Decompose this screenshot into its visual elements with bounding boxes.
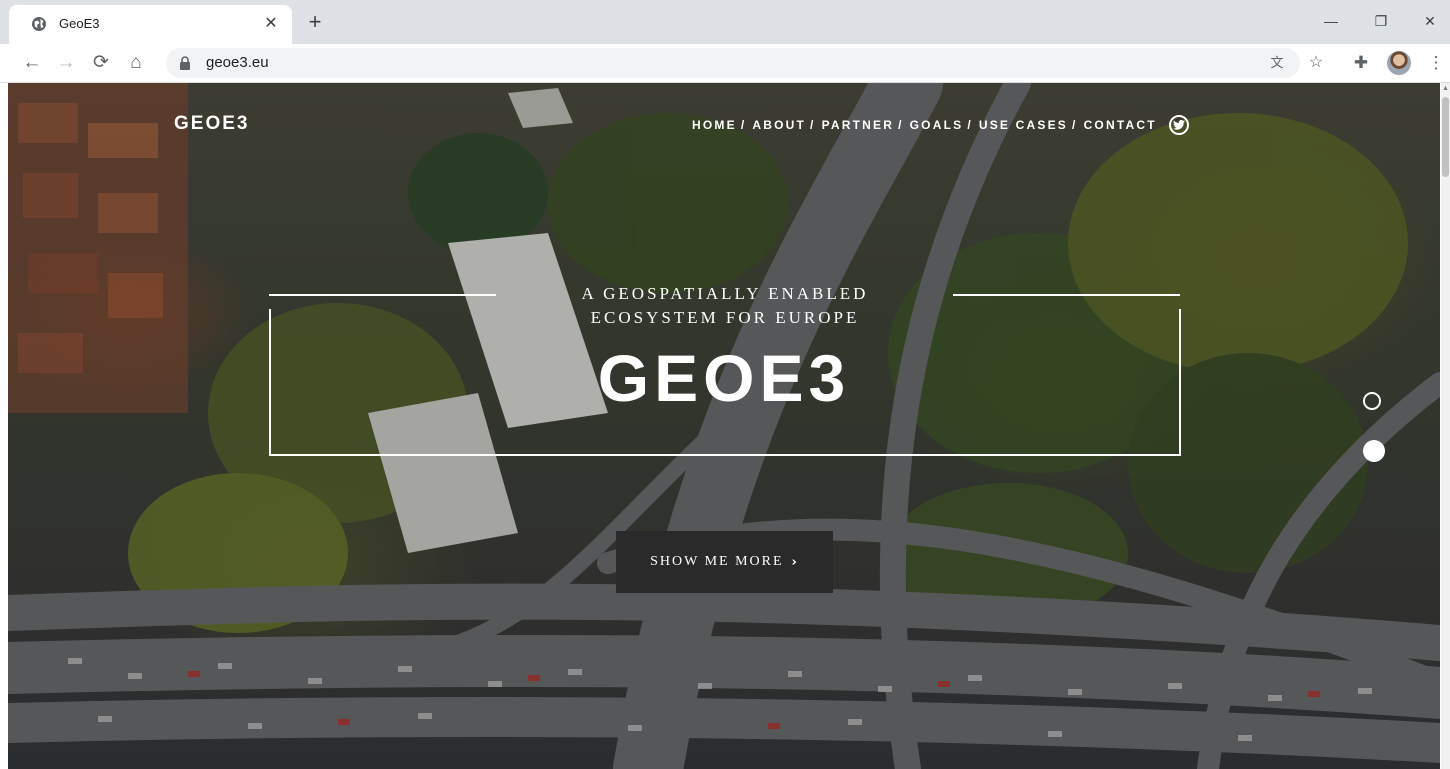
avatar[interactable] bbox=[1387, 51, 1411, 75]
browser-tabstrip: GeoE3 ✕ + — ❐ ✕ bbox=[0, 0, 1450, 44]
back-arrow-icon[interactable]: ← bbox=[18, 49, 46, 77]
scroll-up-arrow-icon[interactable]: ▲ bbox=[1442, 85, 1449, 93]
nav-separator: / bbox=[898, 118, 904, 132]
nav-separator: / bbox=[967, 118, 973, 132]
more-vert-icon[interactable]: ⋮ bbox=[1422, 49, 1450, 77]
nav-item-use-cases[interactable]: USE CASES bbox=[979, 118, 1068, 132]
lock-icon bbox=[180, 56, 190, 70]
slider-dot-2-active[interactable] bbox=[1363, 440, 1385, 462]
browser-toolbar: ← → ⟳ ⌂ geoe3.eu 文 ☆ ✚ ⋮ bbox=[0, 44, 1450, 83]
minimize-icon[interactable]: — bbox=[1311, 8, 1351, 34]
reload-icon[interactable]: ⟳ bbox=[87, 49, 115, 77]
chevron-right-icon: › bbox=[791, 554, 799, 570]
show-me-more-button[interactable]: SHOW ME MORE › bbox=[616, 531, 833, 593]
twitter-bird-icon bbox=[1172, 120, 1185, 130]
home-icon[interactable]: ⌂ bbox=[122, 49, 150, 77]
twitter-icon[interactable] bbox=[1168, 115, 1189, 135]
browser-tab[interactable]: GeoE3 ✕ bbox=[9, 5, 292, 44]
nav-separator: / bbox=[1072, 118, 1078, 132]
nav-item-about[interactable]: ABOUT bbox=[752, 118, 806, 132]
main-nav: HOME / ABOUT / PARTNER / GOALS / USE CAS… bbox=[692, 115, 1189, 135]
frame-line-right bbox=[953, 294, 1180, 296]
hero-tagline-line2: ECOSYSTEM FOR EUROPE bbox=[590, 308, 860, 327]
tab-title: GeoE3 bbox=[59, 16, 100, 31]
nav-item-home[interactable]: HOME bbox=[692, 118, 737, 132]
hero-title: GEOE3 bbox=[597, 341, 851, 415]
translate-icon[interactable]: 文 bbox=[1266, 52, 1288, 74]
close-icon[interactable]: ✕ bbox=[261, 14, 281, 34]
hero-tagline-line1: A GEOSPATIALLY ENABLED bbox=[581, 284, 869, 303]
show-me-more-label: SHOW ME MORE bbox=[650, 554, 784, 569]
nav-item-goals[interactable]: GOALS bbox=[910, 118, 964, 132]
nav-separator: / bbox=[810, 118, 816, 132]
plus-icon[interactable]: + bbox=[302, 9, 328, 35]
hero-tagline: A GEOSPATIALLY ENABLED ECOSYSTEM FOR EUR… bbox=[528, 282, 922, 330]
scrollbar-thumb[interactable] bbox=[1442, 97, 1449, 177]
nav-item-contact[interactable]: CONTACT bbox=[1084, 118, 1157, 132]
close-window-icon[interactable]: ✕ bbox=[1410, 8, 1450, 34]
globe-icon bbox=[32, 17, 46, 31]
extensions-icon[interactable]: ✚ bbox=[1347, 49, 1375, 77]
url-text: geoe3.eu bbox=[206, 54, 269, 71]
page-scrollbar[interactable]: ▲ bbox=[1441, 83, 1450, 769]
restore-icon[interactable]: ❐ bbox=[1361, 8, 1401, 34]
star-icon[interactable]: ☆ bbox=[1305, 52, 1327, 74]
slider-dot-1[interactable] bbox=[1363, 392, 1381, 410]
nav-separator: / bbox=[740, 118, 747, 132]
forward-arrow-icon[interactable]: → bbox=[52, 49, 80, 77]
nav-item-partner[interactable]: PARTNER bbox=[822, 118, 895, 132]
address-bar[interactable]: geoe3.eu 文 ☆ bbox=[166, 48, 1323, 78]
hero-section: GEOE3 HOME / ABOUT / PARTNER / GOALS / U… bbox=[8, 83, 1440, 769]
site-logo[interactable]: GEOE3 bbox=[174, 113, 249, 135]
frame-line-left bbox=[269, 294, 496, 296]
